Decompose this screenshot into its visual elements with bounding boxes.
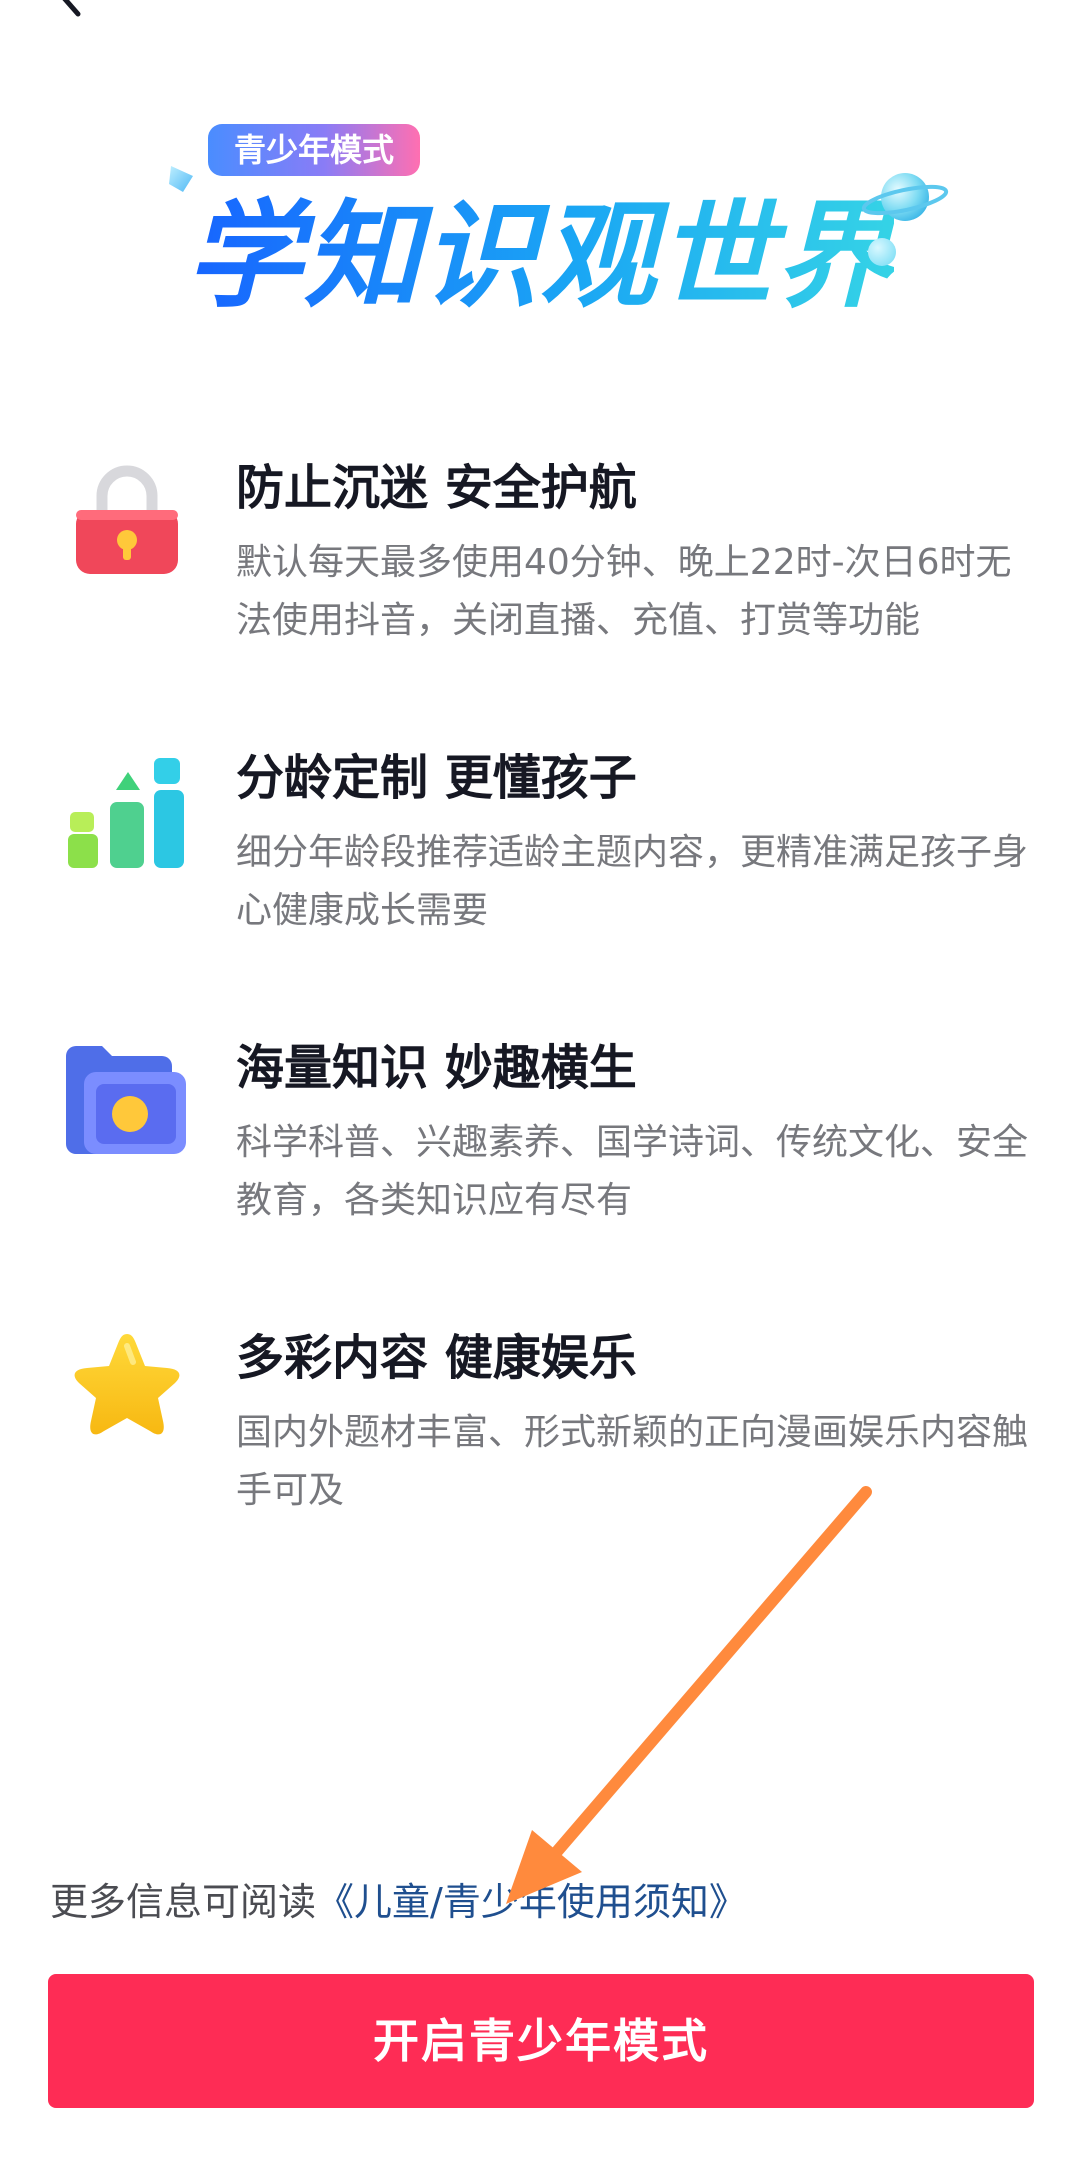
enable-youth-mode-button[interactable]: 开启青少年模式 <box>48 1974 1034 2108</box>
sparkle-dot-icon <box>868 238 896 266</box>
video-folder-icon <box>66 1046 186 1154</box>
feature-item: 防止沉迷 安全护航 默认每天最多使用40分钟、晚上22时-次日6时无法使用抖音，… <box>0 456 1080 656</box>
feature-title: 多彩内容 健康娱乐 <box>236 1330 637 1386</box>
planet-icon <box>861 173 949 221</box>
lock-icon <box>76 465 178 574</box>
feature-description: 默认每天最多使用40分钟、晚上22时-次日6时无法使用抖音，关闭直播、充值、打赏… <box>236 542 1012 641</box>
feature-description: 科学科普、兴趣素养、国学诗词、传统文化、安全教育，各类知识应有尽有 <box>236 1122 1029 1221</box>
guidelines-link[interactable]: 《儿童/青少年使用须知》 <box>316 1880 747 1924</box>
feature-description: 细分年龄段推荐适龄主题内容，更精准满足孩子身心健康成长需要 <box>236 832 1029 931</box>
feature-item: 分龄定制 更懂孩子 细分年龄段推荐适龄主题内容，更精准满足孩子身心健康成长需要 <box>0 746 1080 946</box>
feature-title: 海量知识 妙趣横生 <box>236 1040 637 1096</box>
youth-mode-badge: 青少年模式 <box>208 124 421 176</box>
feature-item: 海量知识 妙趣横生 科学科普、兴趣素养、国学诗词、传统文化、安全教育，各类知识应… <box>0 1036 1080 1236</box>
feature-description: 国内外题材丰富、形式新颖的正向漫画娱乐内容触手可及 <box>236 1412 1029 1511</box>
feature-title: 分龄定制 更懂孩子 <box>236 750 637 806</box>
growth-bars-icon <box>68 758 184 868</box>
hero-title: 学知识观世界 <box>186 189 894 324</box>
back-chevron-icon[interactable] <box>52 0 92 18</box>
feature-item: 多彩内容 健康娱乐 国内外题材丰富、形式新颖的正向漫画娱乐内容触手可及 <box>0 1326 1080 1526</box>
star-icon <box>74 1334 180 1435</box>
feature-title: 防止沉迷 安全护航 <box>236 460 637 516</box>
more-info-line: 更多信息可阅读《儿童/青少年使用须知》 <box>50 1875 747 1929</box>
more-info-prefix: 更多信息可阅读 <box>50 1880 317 1924</box>
hero-banner: 青少年模式 学知识观世界 <box>150 110 950 340</box>
